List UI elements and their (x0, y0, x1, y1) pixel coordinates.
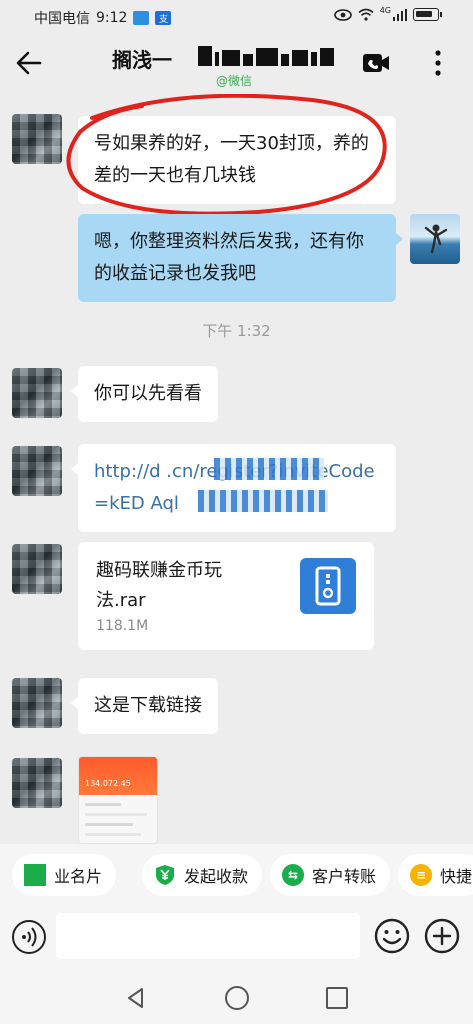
chip-label: 业名片 (54, 867, 103, 886)
wifi-icon (358, 8, 374, 21)
thumbnail-amount: 134,072.45 (85, 779, 131, 788)
chat-header: 搁浅一 @微信 (0, 34, 473, 94)
video-call-icon[interactable] (360, 48, 392, 78)
network-type: 4G (379, 6, 391, 15)
person-silhouette-icon (424, 224, 448, 254)
link-message-bubble[interactable]: http://d .cn/register?inviteCode=kED Aql (71, 444, 396, 532)
message-text: 这是下载链接 (94, 695, 202, 716)
business-card-icon (24, 864, 46, 886)
emoji-icon[interactable] (374, 918, 410, 954)
battery-icon (413, 8, 442, 21)
link-redaction (198, 490, 328, 512)
thumbnail-line (85, 813, 147, 816)
voice-input-button[interactable] (12, 920, 46, 954)
chip-label: 客户转账 (312, 867, 377, 886)
system-back-icon[interactable] (124, 986, 148, 1010)
system-recents-icon[interactable] (326, 987, 348, 1009)
message-text: 你可以先看看 (94, 383, 202, 404)
file-size: 118.1M (96, 618, 149, 634)
status-left: 中国电信 9:12 支 (34, 8, 172, 28)
message-bubble-self[interactable]: 嗯，你整理资料然后发我，还有你的收益记录也发我吧 (78, 214, 403, 302)
contact-avatar[interactable] (12, 114, 62, 164)
message-bubble[interactable]: 这是下载链接 (71, 678, 218, 734)
gallery-icon (133, 11, 150, 25)
carrier-label: 中国电信 (34, 11, 90, 27)
thumbnail-line (85, 803, 121, 806)
status-right: 4G (333, 6, 442, 21)
file-message-card[interactable]: 趣码联赚金币玩法.rar 118.1M (78, 542, 374, 650)
contact-avatar[interactable] (12, 678, 62, 728)
eye-icon (333, 8, 352, 21)
contact-avatar[interactable] (12, 544, 62, 594)
business-card-chip[interactable]: 业名片 (12, 854, 117, 896)
more-options-icon[interactable] (426, 46, 450, 80)
voice-icon (22, 927, 37, 947)
status-bar: 中国电信 9:12 支 4G (0, 0, 473, 34)
my-avatar[interactable] (410, 214, 460, 264)
message-bubble[interactable]: 你可以先看看 (71, 366, 218, 422)
transfer-icon: ⇆ (282, 864, 304, 886)
system-navigation-bar (0, 970, 473, 1024)
contact-avatar[interactable] (12, 446, 62, 496)
chip-label: 发起收款 (184, 867, 249, 886)
quick-reply-chip[interactable]: ≡ 快捷 (398, 854, 473, 896)
contact-avatar[interactable] (12, 368, 62, 418)
red-circle-annotation (66, 94, 387, 216)
contact-avatar[interactable] (12, 758, 62, 808)
alipay-icon: 支 (155, 11, 172, 25)
timestamp-label: 下午 1:32 (202, 322, 271, 340)
input-bar (0, 908, 473, 970)
chip-label: 快捷 (440, 867, 473, 886)
thumbnail-header: 134,072.45 (79, 757, 157, 795)
system-home-icon[interactable] (225, 986, 249, 1010)
yuan-shield-icon (156, 865, 174, 885)
chat-title: 搁浅一 (112, 48, 172, 72)
chat-subtitle: @微信 (216, 74, 253, 88)
signal-icon (393, 8, 407, 21)
link-redaction (214, 458, 324, 480)
message-list[interactable]: 号如果养的好，一天30封顶，养的差的一天也有几块钱 嗯，你整理资料然后发我，还有… (0, 94, 473, 844)
message-input[interactable] (56, 913, 360, 959)
quick-reply-icon: ≡ (410, 864, 432, 886)
plus-icon[interactable] (424, 918, 460, 954)
collect-payment-chip[interactable]: 发起收款 (142, 854, 263, 896)
back-arrow-icon[interactable] (12, 46, 46, 80)
clock: 9:12 (96, 10, 128, 26)
thumbnail-line (85, 823, 133, 826)
message-text: 嗯，你整理资料然后发我，还有你的收益记录也发我吧 (94, 231, 364, 284)
file-name: 趣码联赚金币玩法.rar (96, 560, 222, 611)
thumbnail-line (85, 833, 141, 836)
image-message-thumbnail[interactable]: 134,072.45 (78, 756, 158, 844)
title-redaction (198, 46, 348, 66)
zip-file-icon (300, 558, 356, 614)
quick-actions-bar: 业名片 发起收款 ⇆ 客户转账 ≡ 快捷 (0, 844, 473, 908)
customer-transfer-chip[interactable]: ⇆ 客户转账 (270, 854, 391, 896)
